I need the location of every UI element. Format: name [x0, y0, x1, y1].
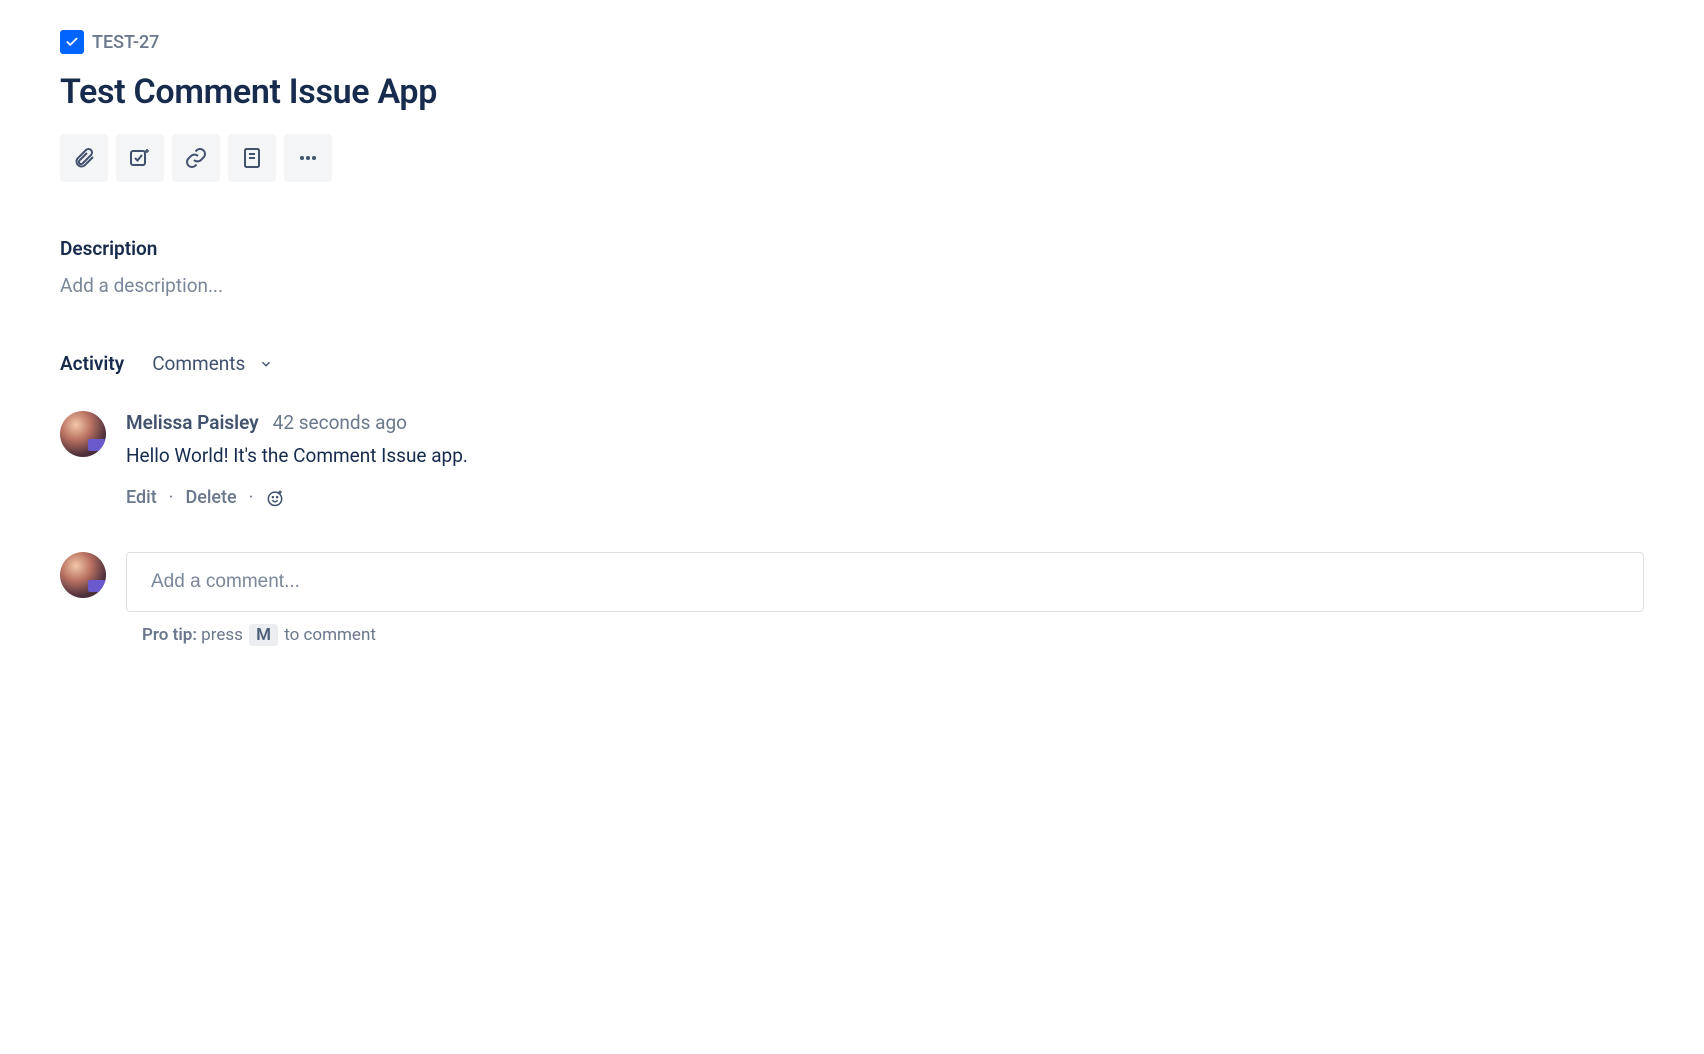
- action-bar: [60, 134, 1644, 182]
- attach-button[interactable]: [60, 134, 108, 182]
- pro-tip: Pro tip: press M to comment: [142, 624, 1644, 646]
- add-reaction-button[interactable]: [265, 488, 285, 508]
- comment-timestamp[interactable]: 42 seconds ago: [273, 411, 407, 434]
- link-icon: [184, 146, 208, 170]
- add-subtask-button[interactable]: [116, 134, 164, 182]
- link-button[interactable]: [172, 134, 220, 182]
- chevron-down-icon: [259, 357, 273, 371]
- separator-dot: ·: [249, 487, 254, 508]
- smiley-plus-icon: [265, 488, 285, 508]
- breadcrumb: TEST-27: [60, 30, 1644, 54]
- separator-dot: ·: [169, 487, 174, 508]
- comment: Melissa Paisley 42 seconds ago Hello Wor…: [60, 411, 1644, 508]
- description-heading: Description: [60, 237, 1644, 260]
- activity-tab-label: Comments: [152, 352, 245, 375]
- comment-input[interactable]: [126, 552, 1644, 612]
- avatar[interactable]: [60, 552, 106, 598]
- edit-comment-link[interactable]: Edit: [126, 487, 157, 508]
- comment-composer: [60, 552, 1644, 612]
- comment-author[interactable]: Melissa Paisley: [126, 411, 259, 434]
- page-icon: [240, 146, 264, 170]
- issue-key-link[interactable]: TEST-27: [92, 32, 159, 53]
- checkbox-icon: [128, 146, 152, 170]
- page-button[interactable]: [228, 134, 276, 182]
- more-icon: [296, 146, 320, 170]
- issue-title[interactable]: Test Comment Issue App: [60, 72, 1644, 112]
- activity-tab-selector[interactable]: Comments: [152, 352, 273, 375]
- pro-tip-text-after: to comment: [280, 625, 376, 645]
- comment-actions: Edit · Delete ·: [126, 487, 1644, 508]
- pro-tip-text-before: press: [197, 625, 247, 645]
- more-actions-button[interactable]: [284, 134, 332, 182]
- activity-heading: Activity: [60, 352, 124, 375]
- pro-tip-label: Pro tip:: [142, 625, 197, 645]
- description-input[interactable]: Add a description...: [60, 274, 1644, 297]
- comment-body: Hello World! It's the Comment Issue app.: [126, 444, 1644, 467]
- delete-comment-link[interactable]: Delete: [185, 487, 236, 508]
- keyboard-key: M: [249, 624, 278, 646]
- paperclip-icon: [72, 146, 96, 170]
- avatar[interactable]: [60, 411, 106, 457]
- issue-type-icon[interactable]: [60, 30, 84, 54]
- activity-header: Activity Comments: [60, 352, 1644, 375]
